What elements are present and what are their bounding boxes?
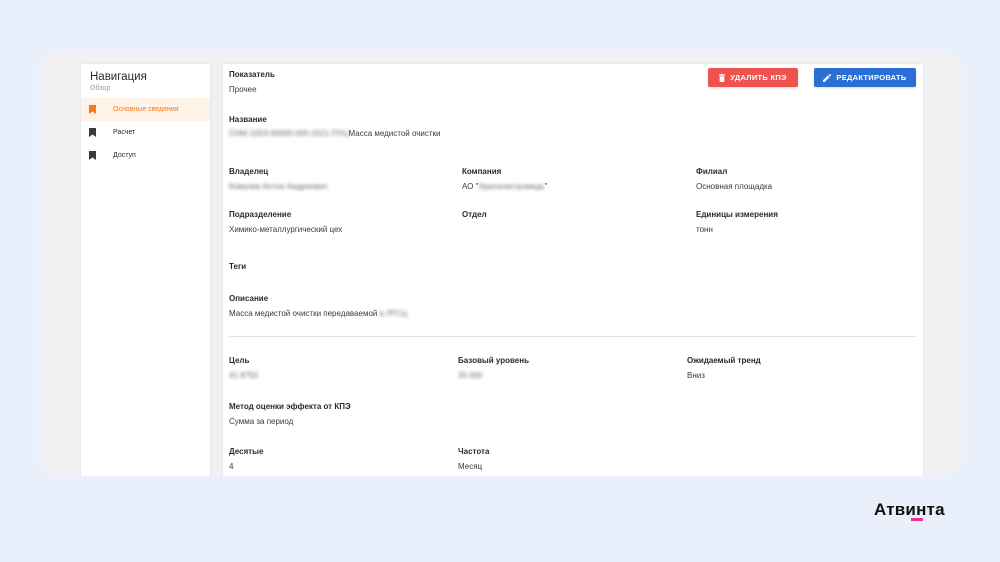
branch-value: Основная площадка [696,182,773,191]
department-label: Отдел [462,210,487,219]
delete-kpi-button[interactable]: УДАЛИТЬ КПЭ [708,68,798,87]
bookmark-icon [89,128,96,137]
edit-button[interactable]: РЕДАКТИРОВАТЬ [814,68,916,87]
division-value: Химико-металлургический цех [229,225,343,234]
trend-label: Ожидаемый тренд [687,356,761,365]
description-label: Описание [229,294,269,303]
atvinta-logo: Атвинта [874,500,945,519]
name-text: Масса медистой очистки [348,129,441,138]
branch-label: Филиал [696,167,728,176]
sidebar-item-basic-info[interactable]: Основные сведения [81,98,210,121]
trend-value: Вниз [687,371,705,380]
indicator-value: Прочее [229,85,257,94]
target-value: 41 8750 [229,371,258,380]
pencil-icon [823,73,832,82]
decimals-label: Десятые [229,447,264,456]
section-divider [229,336,916,337]
name-code-redacted: СНМ-1003-00000-000-2021-ПУЦ [229,129,349,138]
navigation-sidebar: Навигация Обзор Основные сведения Расчет… [81,64,210,476]
baseline-value: 35 000 [458,371,483,380]
decimals-value: 4 [229,462,234,471]
company-label: Компания [462,167,502,176]
frequency-label: Частота [458,447,490,456]
method-value: Сумма за период [229,417,294,426]
baseline-label: Базовый уровень [458,356,529,365]
edit-label: РЕДАКТИРОВАТЬ [836,73,907,82]
units-value: тонн [696,225,713,234]
owner-label: Владелец [229,167,269,176]
bookmark-icon [89,151,96,160]
company-prefix: АО " [462,182,479,191]
name-value: СНМ-1003-00000-000-2021-ПУЦМасса медисто… [229,129,441,138]
sidebar-title: Навигация [90,71,147,83]
sidebar-item-access[interactable]: Доступ [81,144,210,167]
kpi-details-panel: УДАЛИТЬ КПЭ РЕДАКТИРОВАТЬ Показатель Про… [223,64,923,476]
name-label: Название [229,115,267,124]
company-name-redacted: Уралэлектромедь [478,182,545,191]
division-label: Подразделение [229,210,292,219]
frequency-value: Месяц [458,462,483,471]
sidebar-item-label: Основные сведения [113,106,179,113]
units-label: Единицы измерения [696,210,778,219]
sidebar-item-label: Доступ [113,152,136,159]
description-redacted: в ЛГСЦ [379,309,407,318]
owner-value: Ковалев Антон Андреевич [229,182,328,191]
delete-kpi-label: УДАЛИТЬ КПЭ [730,73,787,82]
method-label: Метод оценки эффекта от КПЭ [229,402,351,411]
logo-accent-bar [911,518,923,521]
trash-icon [719,73,726,82]
description-value: Масса медистой очистки передаваемой в ЛГ… [229,309,407,318]
tags-label: Теги [229,262,247,271]
app-window: Навигация Обзор Основные сведения Расчет… [39,52,961,476]
bookmark-icon [89,105,96,114]
sidebar-item-label: Расчет [113,129,136,136]
target-label: Цель [229,356,250,365]
indicator-label: Показатель [229,70,275,79]
description-text: Масса медистой очистки передаваемой [229,309,378,318]
sidebar-subtitle: Обзор [90,85,111,92]
company-value: АО "Уралэлектромедь" [462,182,547,191]
sidebar-item-calculation[interactable]: Расчет [81,121,210,144]
sidebar-header: Навигация Обзор [81,64,210,98]
